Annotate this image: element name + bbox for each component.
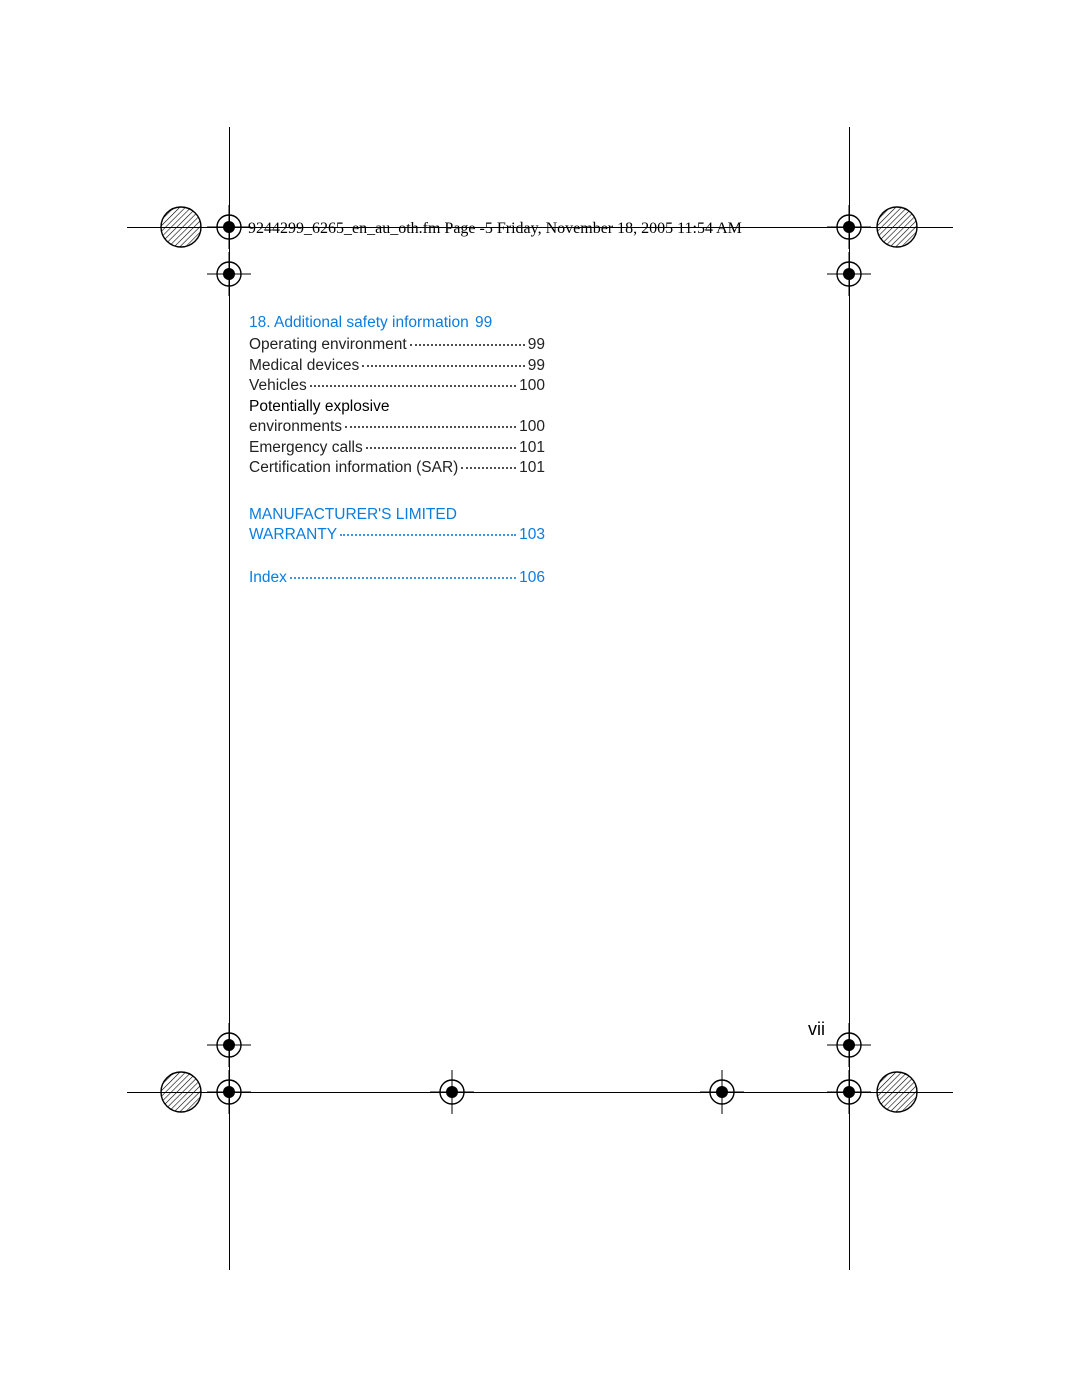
globe-mark-icon <box>159 205 203 249</box>
toc-index-entry: Index 106 <box>249 568 545 588</box>
toc-dots <box>345 426 516 428</box>
toc-entry-page: 99 <box>528 356 545 376</box>
toc-entry: Certification information (SAR) 101 <box>249 458 545 478</box>
toc-entry: Emergency calls 101 <box>249 438 545 458</box>
toc-entry: Operating environment 99 <box>249 335 545 355</box>
toc-list: Operating environment 99 Medical devices 99… <box>249 335 545 478</box>
registration-mark-icon <box>207 205 251 249</box>
globe-mark-icon <box>875 205 919 249</box>
registration-mark-icon <box>827 205 871 249</box>
registration-mark-icon <box>207 252 251 296</box>
toc-warranty-line1: MANUFACTURER'S LIMITED <box>249 505 545 525</box>
page-number: vii <box>808 1019 825 1040</box>
toc-dots <box>461 467 516 469</box>
toc-dots <box>366 447 516 449</box>
manual-page: 9244299_6265_en_au_oth.fm Page -5 Friday… <box>0 0 1080 1397</box>
toc-section-title: Additional safety information <box>274 314 469 331</box>
registration-mark-icon <box>827 252 871 296</box>
toc-entry: Vehicles 100 <box>249 376 545 396</box>
toc-entry: environments 100 <box>249 417 545 437</box>
toc-entry: Medical devices 99 <box>249 356 545 376</box>
globe-mark-icon <box>875 1070 919 1114</box>
toc-dots <box>310 385 516 387</box>
toc-dots <box>290 577 516 579</box>
toc-dots <box>340 534 516 536</box>
registration-mark-icon <box>827 1070 871 1114</box>
toc-entry-page: 100 <box>519 417 545 437</box>
toc-section-page: 99 <box>475 314 492 331</box>
toc-warranty-page: 103 <box>519 525 545 545</box>
toc-warranty-line2: WARRANTY 103 <box>249 525 545 545</box>
toc-dots <box>410 344 525 346</box>
toc-entry-label: Operating environment <box>249 335 407 355</box>
toc-section-number: 18. <box>249 314 271 331</box>
toc-entry-label: Vehicles <box>249 376 307 396</box>
toc-warranty-label: WARRANTY <box>249 525 337 545</box>
toc-entry-page: 101 <box>519 438 545 458</box>
toc-entry-label: Potentially explosive <box>249 397 545 417</box>
globe-mark-icon <box>159 1070 203 1114</box>
registration-mark-icon <box>430 1070 474 1114</box>
registration-mark-icon <box>827 1023 871 1067</box>
registration-mark-icon <box>700 1070 744 1114</box>
toc-entry-label: Emergency calls <box>249 438 363 458</box>
toc-entry-page: 99 <box>528 335 545 355</box>
registration-mark-icon <box>207 1070 251 1114</box>
registration-mark-icon <box>207 1023 251 1067</box>
toc-entry-page: 100 <box>519 376 545 396</box>
toc-warranty-heading: MANUFACTURER'S LIMITED WARRANTY 103 <box>249 505 545 546</box>
toc-entry-label: environments <box>249 417 342 437</box>
toc-index-page: 106 <box>519 568 545 588</box>
toc-index-label: Index <box>249 568 287 588</box>
toc-entry-page: 101 <box>519 458 545 478</box>
toc-dots <box>362 365 524 367</box>
toc-entry-label: Medical devices <box>249 356 359 376</box>
toc-section-heading: 18. Additional safety information 99 <box>249 313 545 333</box>
header-fileinfo: 9244299_6265_en_au_oth.fm Page -5 Friday… <box>248 220 742 238</box>
table-of-contents: 18. Additional safety information 99 Ope… <box>249 313 545 588</box>
toc-entry-label: Certification information (SAR) <box>249 458 458 478</box>
